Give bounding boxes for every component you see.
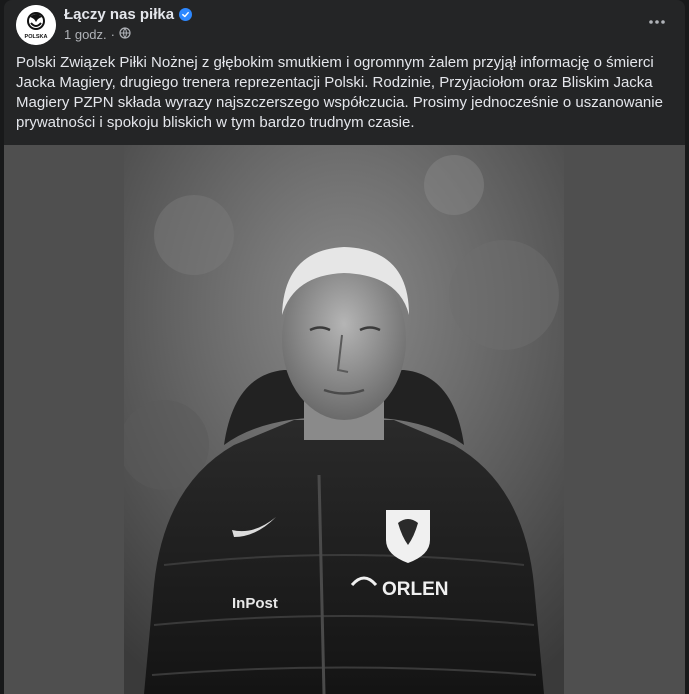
meta-separator: · <box>110 27 115 42</box>
jacket-brand-orlen: ORLEN <box>382 579 449 600</box>
page-name-link[interactable]: Łączy nas piłka <box>64 6 193 23</box>
post-media[interactable]: InPost ORLEN <box>4 145 685 694</box>
photo-illustration: InPost ORLEN <box>124 145 564 694</box>
avatar-text: POLSKA <box>25 34 48 40</box>
globe-icon <box>119 27 131 42</box>
facebook-post: POLSKA Łączy nas piłka 1 godz. · Polski … <box>4 0 685 694</box>
post-meta: 1 godz. · <box>64 27 131 42</box>
verified-badge-icon <box>179 8 193 21</box>
post-header: POLSKA Łączy nas piłka 1 godz. · <box>4 0 685 52</box>
more-options-button[interactable] <box>643 8 671 36</box>
page-avatar[interactable]: POLSKA <box>16 5 56 45</box>
post-timestamp[interactable]: 1 godz. <box>64 27 107 42</box>
more-options-icon <box>649 20 665 24</box>
post-text: Polski Związek Piłki Nożnej z głębokim s… <box>16 54 663 131</box>
page-name[interactable]: Łączy nas piłka <box>64 6 174 23</box>
jacket-brand-inpost: InPost <box>232 595 278 612</box>
post-photo[interactable]: InPost ORLEN <box>124 145 564 694</box>
pzpn-logo-icon: POLSKA <box>16 5 56 45</box>
